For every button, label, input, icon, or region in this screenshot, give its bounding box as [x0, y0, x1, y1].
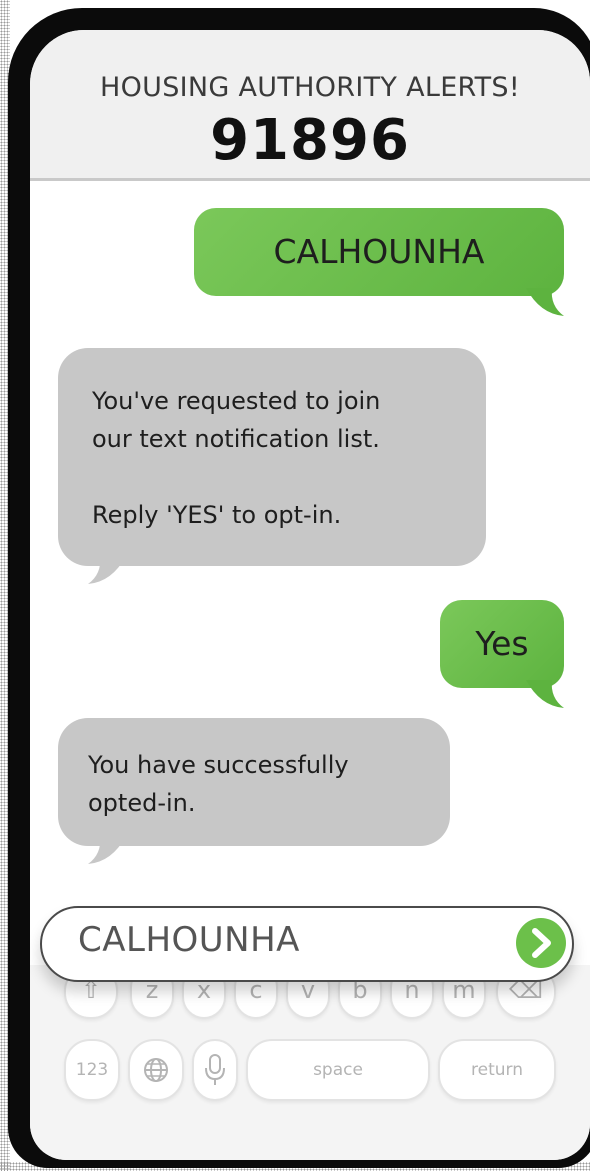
message-line: Reply 'YES' to opt-in.	[92, 501, 342, 529]
message-bubble-incoming[interactable]: You have successfully opted-in.	[58, 718, 450, 846]
contact-number: 91896	[210, 108, 410, 173]
message-bubble-outgoing[interactable]: Yes	[440, 600, 564, 688]
message-input-text[interactable]: CALHOUNHA	[78, 920, 300, 960]
phone-screen: HOUSING AUTHORITY ALERTS! 91896 CALHOUNH…	[30, 30, 590, 1160]
conversation-header: HOUSING AUTHORITY ALERTS! 91896	[30, 30, 590, 181]
message-line: opted-in.	[88, 789, 196, 817]
globe-key[interactable]	[128, 1039, 184, 1101]
message-bubble-incoming[interactable]: You've requested to join our text notifi…	[58, 348, 486, 566]
contact-name: HOUSING AUTHORITY ALERTS!	[99, 72, 520, 103]
numbers-key[interactable]: 123	[64, 1039, 120, 1101]
microphone-key[interactable]	[192, 1039, 238, 1101]
return-key[interactable]: return	[438, 1039, 556, 1101]
microphone-icon	[205, 1054, 225, 1085]
bubble-tail-incoming	[88, 836, 126, 864]
message-text: CALHOUNHA	[273, 232, 485, 271]
message-line	[92, 458, 452, 496]
message-line: You've requested to join	[92, 387, 381, 415]
send-arrow-icon	[532, 928, 551, 958]
bubble-tail-outgoing	[526, 680, 564, 708]
space-key[interactable]: space	[246, 1039, 430, 1101]
globe-icon	[144, 1058, 168, 1082]
message-bubble-outgoing[interactable]: CALHOUNHA	[194, 208, 564, 296]
message-line: You have successfully	[88, 751, 349, 779]
bubble-tail-incoming	[88, 556, 126, 584]
message-input[interactable]: CALHOUNHA	[40, 906, 574, 982]
phone-frame: HOUSING AUTHORITY ALERTS! 91896 CALHOUNH…	[8, 8, 590, 1168]
bubble-tail-outgoing	[526, 288, 564, 316]
message-text: Yes	[475, 624, 529, 663]
message-line: our text notification list.	[92, 425, 380, 453]
send-button[interactable]	[516, 918, 566, 968]
on-screen-keyboard: ⇧ z x c v b n m ⌫ 123 space return	[30, 965, 590, 1160]
